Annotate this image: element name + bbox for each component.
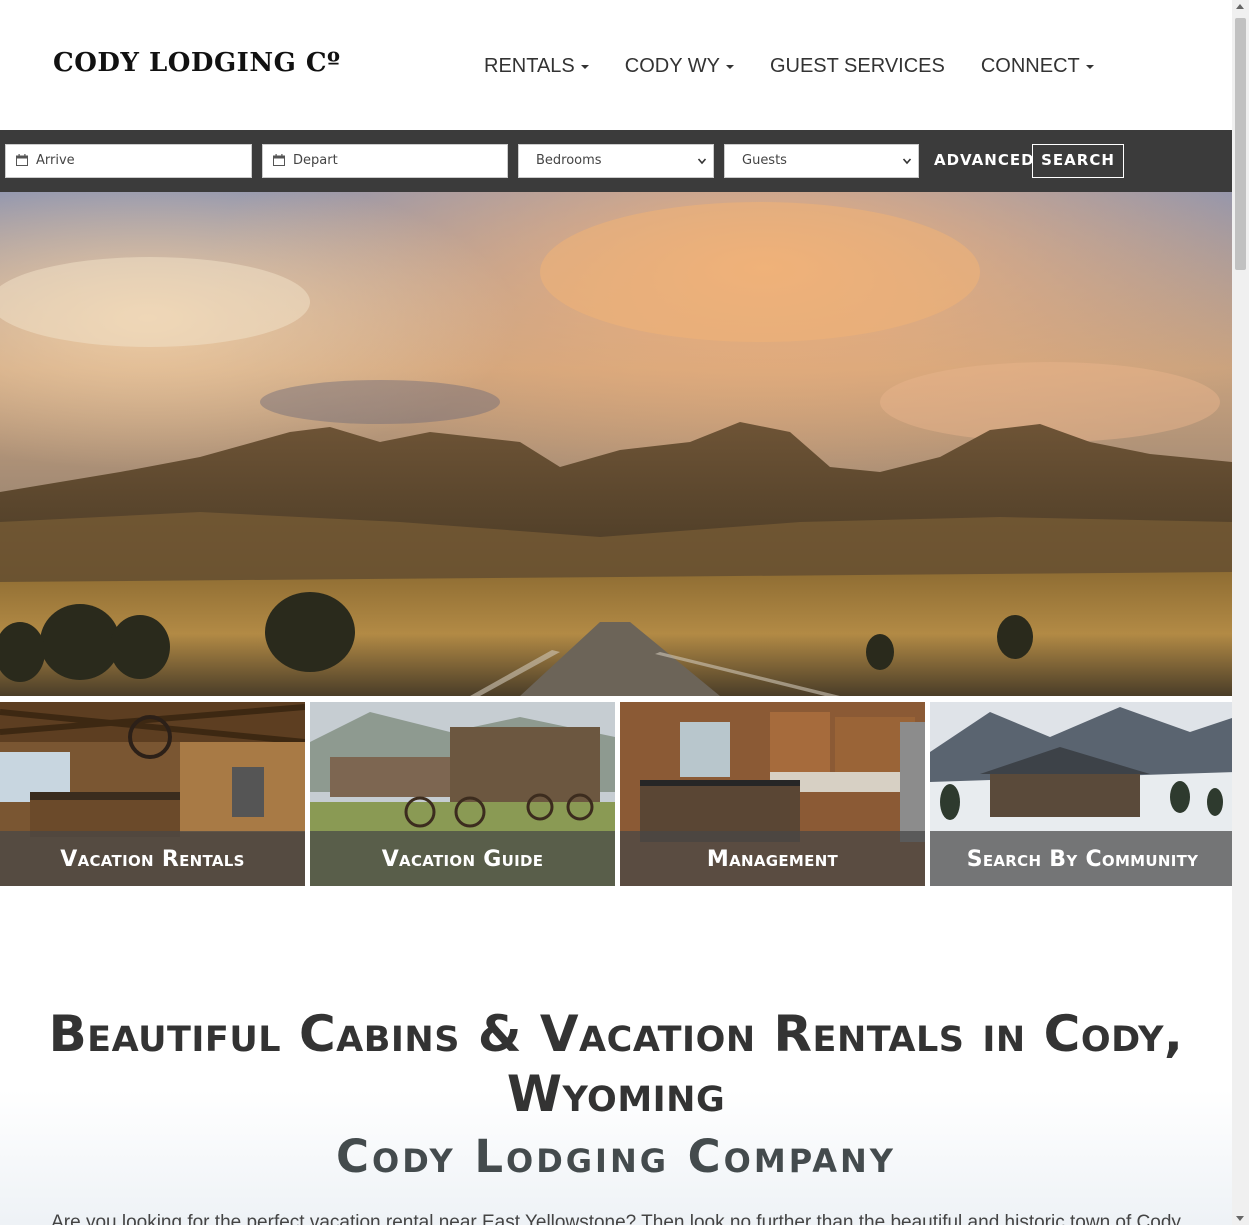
tile-management-label: Management	[620, 831, 925, 886]
site-header: CODY LODGING Cº RENTALS CODY WY GUEST SE…	[0, 0, 1232, 130]
nav-rentals-label: RENTALS	[484, 55, 575, 77]
arrive-placeholder: Arrive	[36, 153, 75, 168]
vertical-scrollbar[interactable]	[1232, 0, 1249, 1225]
nav-connect-label: CONNECT	[980, 55, 1080, 77]
tile-vacation-guide[interactable]: Vacation Guide	[310, 702, 615, 886]
tile-vacation-guide-label: Vacation Guide	[310, 831, 615, 886]
calendar-icon	[273, 154, 285, 166]
depart-placeholder: Depart	[293, 153, 338, 168]
chevron-down-icon	[902, 158, 912, 165]
bedrooms-select-value: Bedrooms	[536, 153, 602, 168]
nav-cody-wy-label: CODY WY	[624, 55, 720, 77]
nav-guest-services-label: GUEST SERVICES	[769, 55, 945, 77]
advanced-search-link[interactable]: ADVANCED	[934, 151, 1035, 169]
tile-management[interactable]: Management	[620, 702, 925, 886]
scroll-thumb[interactable]	[1235, 18, 1246, 270]
caret-down-icon	[1085, 64, 1094, 69]
hero-image	[0, 192, 1232, 696]
caret-down-icon	[580, 64, 589, 69]
caret-down-icon	[725, 64, 734, 69]
nav-rentals[interactable]: RENTALS	[484, 55, 589, 78]
tile-search-by-community[interactable]: Search By Community	[930, 702, 1232, 886]
depart-date-input[interactable]: Depart	[262, 144, 508, 178]
guests-select[interactable]: Guests	[724, 144, 919, 178]
main-nav: RENTALS CODY WY GUEST SERVICES CONNECT	[484, 55, 1130, 78]
calendar-icon	[16, 154, 28, 166]
page-title-line1: Beautiful Cabins & Vacation Rentals in C…	[48, 1005, 1184, 1063]
page: CODY LODGING Cº RENTALS CODY WY GUEST SE…	[0, 0, 1232, 1225]
page-subtitle: Cody Lodging Company	[336, 1130, 896, 1183]
nav-guest-services[interactable]: GUEST SERVICES	[770, 55, 945, 78]
site-logo[interactable]: CODY LODGING Cº	[53, 48, 341, 78]
page-title: Beautiful Cabins & Vacation Rentals in C…	[30, 1004, 1202, 1124]
tile-vacation-rentals-label: Vacation Rentals	[0, 831, 305, 886]
tile-search-by-community-label: Search By Community	[930, 831, 1232, 886]
page-title-line2: Wyoming	[506, 1065, 726, 1123]
tile-vacation-rentals[interactable]: Vacation Rentals	[0, 702, 305, 886]
arrive-date-input[interactable]: Arrive	[5, 144, 252, 178]
chevron-down-icon	[697, 158, 707, 165]
intro-paragraph: Are you looking for the perfect vacation…	[51, 1212, 1181, 1225]
search-button[interactable]: SEARCH	[1032, 144, 1124, 178]
nav-connect[interactable]: CONNECT	[981, 55, 1094, 78]
scroll-down-arrow-icon[interactable]	[1236, 1216, 1244, 1221]
guests-select-value: Guests	[742, 153, 787, 168]
nav-cody-wy[interactable]: CODY WY	[625, 55, 734, 78]
bedrooms-select[interactable]: Bedrooms	[518, 144, 714, 178]
scroll-up-arrow-icon[interactable]	[1236, 4, 1244, 9]
